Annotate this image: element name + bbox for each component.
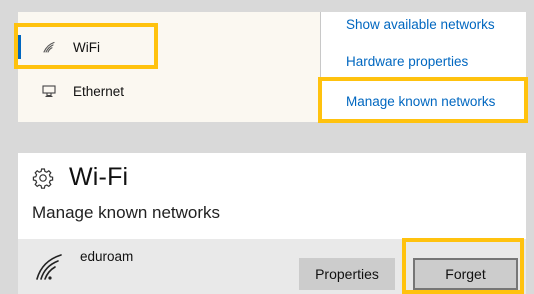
manage-known-networks-panel: Wi-Fi Manage known networks eduroam Prop… xyxy=(18,153,526,294)
ethernet-icon xyxy=(38,85,60,97)
network-nav: WiFi Ethernet xyxy=(18,12,320,122)
show-available-networks-link[interactable]: Show available networks xyxy=(346,17,495,32)
page-subtitle: Manage known networks xyxy=(32,203,221,222)
nav-item-label: Ethernet xyxy=(73,83,125,99)
manage-known-networks-link[interactable]: Manage known networks xyxy=(346,94,495,109)
properties-button[interactable]: Properties xyxy=(299,258,395,290)
network-settings-panel: WiFi Ethernet Show available networks Ha… xyxy=(18,12,526,122)
hardware-properties-link[interactable]: Hardware properties xyxy=(346,54,468,69)
nav-item-label: WiFi xyxy=(73,39,100,55)
nav-item-ethernet[interactable]: Ethernet xyxy=(18,73,218,109)
gear-icon xyxy=(32,167,54,189)
list-item[interactable]: eduroam Properties Forget xyxy=(18,239,526,294)
nav-item-wifi[interactable]: WiFi xyxy=(18,29,156,65)
page-header: Wi-Fi xyxy=(32,163,128,192)
page-title: Wi-Fi xyxy=(69,163,129,191)
wifi-signal-icon xyxy=(34,253,64,281)
network-name: eduroam xyxy=(80,249,134,264)
divider xyxy=(320,12,321,122)
forget-button[interactable]: Forget xyxy=(413,258,518,290)
wifi-icon xyxy=(38,41,60,53)
